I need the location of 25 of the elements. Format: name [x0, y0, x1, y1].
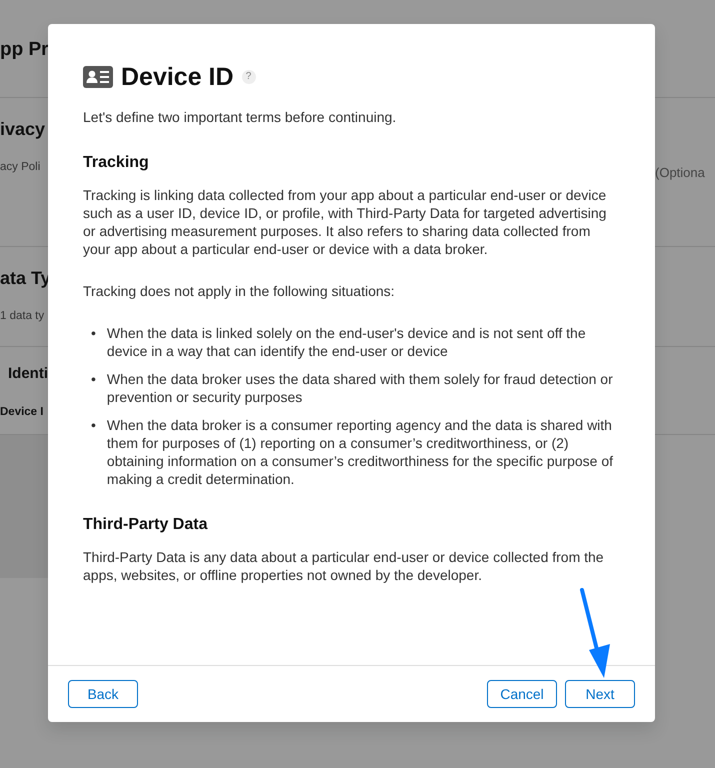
contact-card-icon: [83, 66, 113, 88]
bullet-item: When the data broker is a consumer reporting agency and the data is shared with them for purposes of (1) reporting on a consumer’s creditworthiness, or (2) obtaining information on a consumer’s creditworthiness for the specific purpose of making a credit determination.: [106, 416, 614, 488]
bullet: •: [91, 416, 96, 435]
text-fragment: 1 data ty: [0, 309, 46, 324]
text-fragment: acy Poli: [0, 160, 42, 175]
cancel-button[interactable]: Cancel: [487, 680, 557, 708]
paragraph: Tracking does not apply in the following situations:: [83, 282, 396, 300]
subheading-fragment: Identi: [8, 364, 48, 384]
bullet: •: [91, 370, 96, 389]
intro-text: Let's define two important terms before continuing.: [83, 108, 398, 126]
label-fragment: Device I: [0, 404, 44, 420]
dialog-title: Device ID: [121, 62, 234, 92]
paragraph: Tracking is linking data collected from your app about a particular end-user or device such as a user ID, device ID, or profile, with Third-Party Data for targeted advertising or advertising measurement purposes. It also refers to sharing data collected from your app about a particular end-user or device with a data broker.: [83, 186, 608, 258]
paragraph: Third-Party Data is any data about a particular end-user or device collected from the apps, websites, or offline properties not owned by the developer.: [83, 548, 605, 584]
help-button[interactable]: ?: [242, 70, 256, 84]
bullet: •: [91, 324, 96, 343]
bullet-item: When the data broker uses the data shared with them solely for fraud detection or prevention or security purposes: [106, 370, 614, 406]
section-heading: Third-Party Data: [83, 516, 209, 534]
section-heading: Tracking: [83, 154, 150, 172]
bullet-item: When the data is linked solely on the end-user's device and is not sent off the device in a way that can identify the end-user or device: [106, 324, 587, 360]
text-fragment: (Optiona: [655, 164, 706, 182]
page-title-fragment: pp Pr: [0, 38, 48, 62]
next-button[interactable]: Next: [565, 680, 635, 708]
back-button[interactable]: Back: [68, 680, 138, 708]
section-heading-fragment: ivacy: [0, 118, 46, 141]
